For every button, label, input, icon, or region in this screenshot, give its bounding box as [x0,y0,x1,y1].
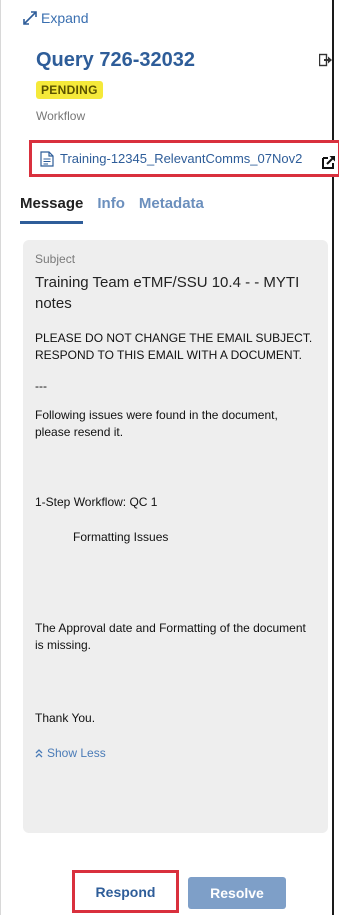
message-line: 1-Step Workflow: QC 1 [35,495,158,509]
page-title: Query 726-32032 [36,49,196,71]
respond-button[interactable]: Respond [90,883,162,901]
workflow-label: Workflow [36,109,86,123]
external-link-icon[interactable] [320,154,336,170]
message-line: Following issues were found in the docum… [35,408,278,439]
resolve-button[interactable]: Resolve [188,877,286,909]
subject-value: Training Team eTMF/SSU 10.4 - - MYTI not… [35,274,300,312]
expand-label: Expand [41,10,89,26]
expand-icon [23,11,37,25]
message-line: Formatting Issues [73,530,169,544]
message-line: PLEASE DO NOT CHANGE THE EMAIL SUBJECT. … [35,331,313,362]
respond-highlight: Respond [72,870,179,913]
status-badge: PENDING [36,81,103,99]
tab-bar: Message Info Metadata [20,195,204,224]
exit-icon[interactable] [319,53,333,67]
query-panel: Expand Query 726-32032 PENDING Workflow … [0,0,339,915]
message-line: --- [35,379,47,393]
tab-info[interactable]: Info [97,195,125,224]
tab-metadata[interactable]: Metadata [139,195,204,224]
tab-message[interactable]: Message [20,195,84,224]
subject-label: Subject [35,252,76,266]
message-body: Subject Training Team eTMF/SSU 10.4 - - … [23,240,328,833]
show-less-link[interactable]: Show Less [35,746,316,760]
message-line: Thank You. [35,711,96,725]
document-link[interactable]: Training-12345_RelevantComms_07Nov2 [29,140,339,177]
chevron-up-icon [35,748,43,757]
message-line: The Approval date and Formatting of the … [35,621,306,652]
show-less-label: Show Less [47,746,106,760]
expand-link[interactable]: Expand [23,10,88,26]
document-icon [40,150,54,167]
document-link-text: Training-12345_RelevantComms_07Nov2 [60,151,303,166]
